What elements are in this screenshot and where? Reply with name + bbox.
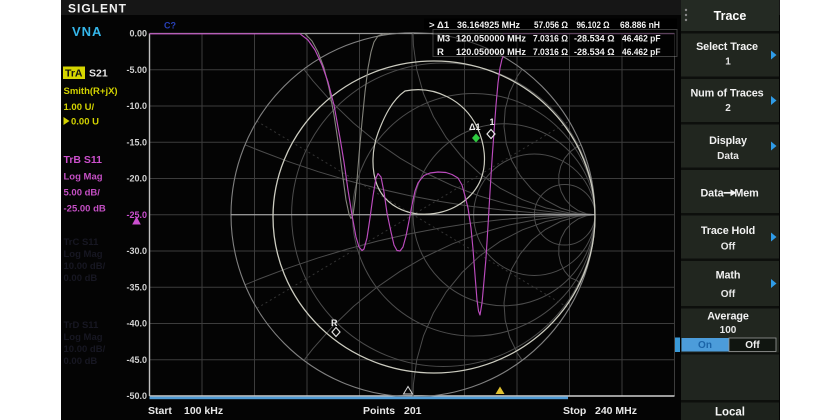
svg-text:240 MHz: 240 MHz	[595, 405, 637, 417]
svg-text:Math: Math	[716, 270, 741, 282]
svg-text:-28.534 Ω: -28.534 Ω	[574, 34, 615, 45]
svg-text:Points: Points	[363, 405, 395, 417]
svg-text:2: 2	[725, 103, 731, 114]
svg-text:-35.0: -35.0	[126, 282, 147, 292]
svg-text:100: 100	[720, 325, 737, 336]
svg-text:-20.0: -20.0	[126, 174, 147, 184]
svg-text:M3: M3	[437, 34, 450, 45]
svg-text:-5.00: -5.00	[126, 65, 147, 75]
svg-text:C?: C?	[164, 21, 176, 31]
svg-text:100 kHz: 100 kHz	[184, 405, 223, 417]
svg-text:R: R	[437, 47, 444, 58]
svg-text:Δ1: Δ1	[469, 122, 480, 132]
svg-text:TrC S11: TrC S11	[64, 237, 100, 248]
svg-text:VNA: VNA	[72, 24, 102, 39]
svg-text:46.462 pF: 46.462 pF	[622, 34, 661, 45]
svg-text:Off: Off	[745, 340, 760, 351]
svg-text:Log Mag: Log Mag	[64, 172, 103, 183]
svg-text:-10.0: -10.0	[126, 101, 147, 111]
svg-text:Log Mag: Log Mag	[64, 332, 103, 343]
svg-text:Average: Average	[707, 311, 749, 323]
svg-text:-30.0: -30.0	[126, 246, 147, 256]
svg-text:Trace: Trace	[714, 9, 747, 23]
svg-text:TrA: TrA	[65, 68, 83, 80]
svg-text:Display: Display	[709, 135, 747, 147]
svg-text:TrB S11: TrB S11	[64, 154, 103, 166]
svg-text:7.0316 Ω: 7.0316 Ω	[533, 47, 568, 58]
svg-text:Δ1: Δ1	[437, 20, 450, 31]
svg-text:Log Mag: Log Mag	[64, 249, 103, 260]
svg-text:S21: S21	[89, 68, 108, 80]
svg-text:7.0316 Ω: 7.0316 Ω	[533, 34, 568, 45]
svg-text:Mem: Mem	[734, 188, 758, 200]
svg-text:-50.0: -50.0	[126, 391, 147, 401]
svg-text:57.056 Ω: 57.056 Ω	[534, 20, 568, 31]
svg-text:1.00 U/: 1.00 U/	[64, 102, 95, 113]
svg-text:5.00 dB/: 5.00 dB/	[64, 188, 101, 199]
svg-text:201: 201	[404, 405, 422, 417]
svg-text:SIGLENT: SIGLENT	[68, 2, 127, 16]
svg-text:TrD S11: TrD S11	[64, 320, 100, 331]
svg-text:Off: Off	[721, 242, 736, 253]
svg-text:0.00 dB: 0.00 dB	[64, 356, 98, 367]
svg-text:>: >	[429, 20, 435, 31]
svg-text:Off: Off	[721, 289, 736, 300]
svg-text:-15.0: -15.0	[126, 137, 147, 147]
svg-text:10.00 dB/: 10.00 dB/	[64, 261, 106, 272]
svg-text:1: 1	[725, 57, 731, 68]
svg-text:Data: Data	[700, 188, 724, 200]
svg-text:-25.00 dB: -25.00 dB	[64, 204, 106, 215]
svg-text:Smith(R+jX): Smith(R+jX)	[64, 86, 118, 97]
svg-text:10.00 dB/: 10.00 dB/	[64, 344, 106, 355]
svg-text:-40.0: -40.0	[126, 319, 147, 329]
svg-text:120.050000 MHz: 120.050000 MHz	[456, 47, 526, 58]
svg-text:0.00 dB: 0.00 dB	[64, 273, 98, 284]
svg-text:0.00: 0.00	[129, 29, 147, 39]
svg-text:-28.534 Ω: -28.534 Ω	[574, 47, 615, 58]
svg-text:68.886 nH: 68.886 nH	[620, 20, 660, 31]
svg-text:R: R	[331, 318, 338, 328]
svg-text:Num of Traces: Num of Traces	[690, 88, 763, 100]
svg-text:Select Trace: Select Trace	[696, 41, 758, 53]
svg-text:Data: Data	[717, 151, 739, 162]
svg-text:36.164925 MHz: 36.164925 MHz	[457, 20, 520, 31]
svg-text:Start: Start	[148, 405, 172, 417]
svg-text:On: On	[698, 340, 712, 351]
svg-text:-45.0: -45.0	[126, 355, 147, 365]
svg-text:120.050000 MHz: 120.050000 MHz	[456, 34, 526, 45]
svg-text:1: 1	[490, 117, 495, 127]
svg-text:Local: Local	[715, 407, 745, 419]
svg-text:Trace Hold: Trace Hold	[701, 225, 755, 237]
svg-text:96.102 Ω: 96.102 Ω	[577, 20, 610, 31]
svg-text:0.00 U: 0.00 U	[71, 117, 99, 128]
svg-text:Stop: Stop	[563, 405, 586, 417]
svg-text:46.462 pF: 46.462 pF	[622, 47, 661, 58]
